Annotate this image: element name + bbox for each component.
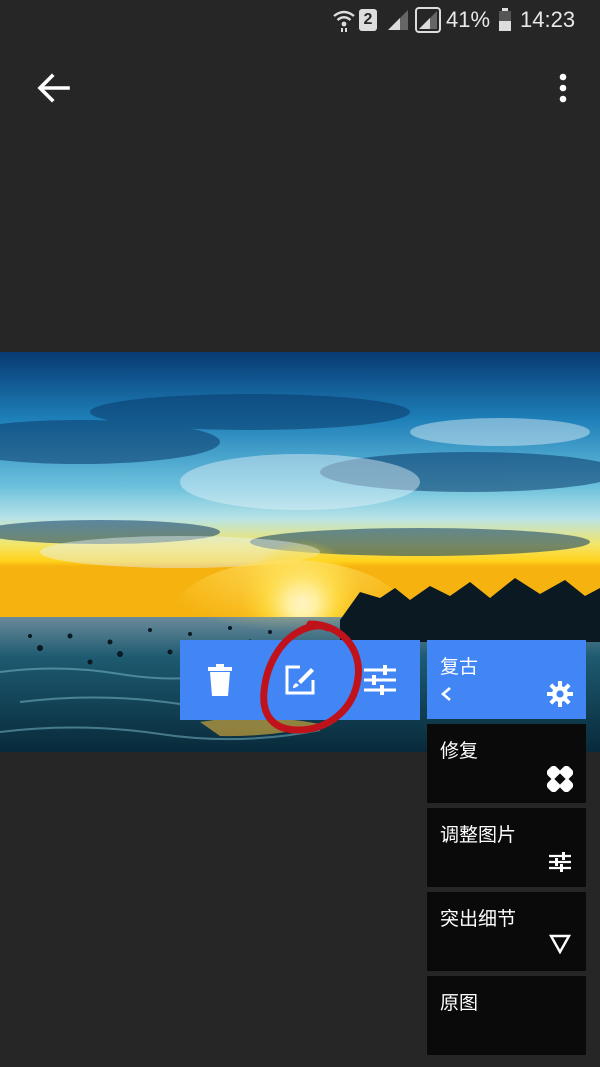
bandage-icon — [547, 766, 573, 792]
signal-box-icon — [415, 6, 441, 34]
filter-tune-image[interactable]: 调整图片 — [427, 808, 586, 887]
filter-label: 突出细节 — [440, 908, 517, 930]
triangle-down-icon — [549, 934, 571, 954]
more-vert-icon — [559, 73, 567, 103]
sim-badge-label: 2 — [359, 9, 377, 31]
delete-icon — [208, 664, 232, 696]
tune-sliders-icon — [549, 852, 571, 872]
adjust-sliders-icon — [364, 665, 396, 695]
status-bar: 2 41% 14:23 — [0, 0, 600, 40]
filter-label: 原图 — [440, 992, 479, 1014]
signal-icon — [386, 6, 410, 34]
filter-healing[interactable]: 修复 — [427, 724, 586, 803]
filter-label: 修复 — [440, 740, 479, 762]
filter-label: 调整图片 — [440, 824, 517, 846]
adjust-button[interactable] — [350, 650, 410, 710]
edit-toolbar — [180, 640, 420, 720]
app-bar — [0, 40, 600, 135]
battery-percent: 41% — [446, 7, 491, 32]
battery-icon — [498, 6, 512, 34]
more-options-button[interactable] — [548, 68, 578, 108]
filter-original[interactable]: 原图 — [427, 976, 586, 1055]
filter-label: 复古 — [440, 656, 479, 678]
wifi-calling-icon — [332, 6, 356, 34]
gear-icon[interactable] — [547, 681, 573, 707]
back-arrow-icon — [37, 73, 70, 103]
filter-details[interactable]: 突出细节 — [427, 892, 586, 971]
sim-badge: 2 — [359, 6, 377, 34]
filter-vintage[interactable]: 复古 — [427, 640, 586, 719]
back-button[interactable] — [30, 70, 76, 106]
chevron-left-icon[interactable] — [439, 686, 453, 702]
delete-button[interactable] — [190, 650, 250, 710]
edit-brush-icon — [285, 665, 315, 695]
edit-button[interactable] — [270, 650, 330, 710]
clock: 14:23 — [520, 7, 576, 32]
